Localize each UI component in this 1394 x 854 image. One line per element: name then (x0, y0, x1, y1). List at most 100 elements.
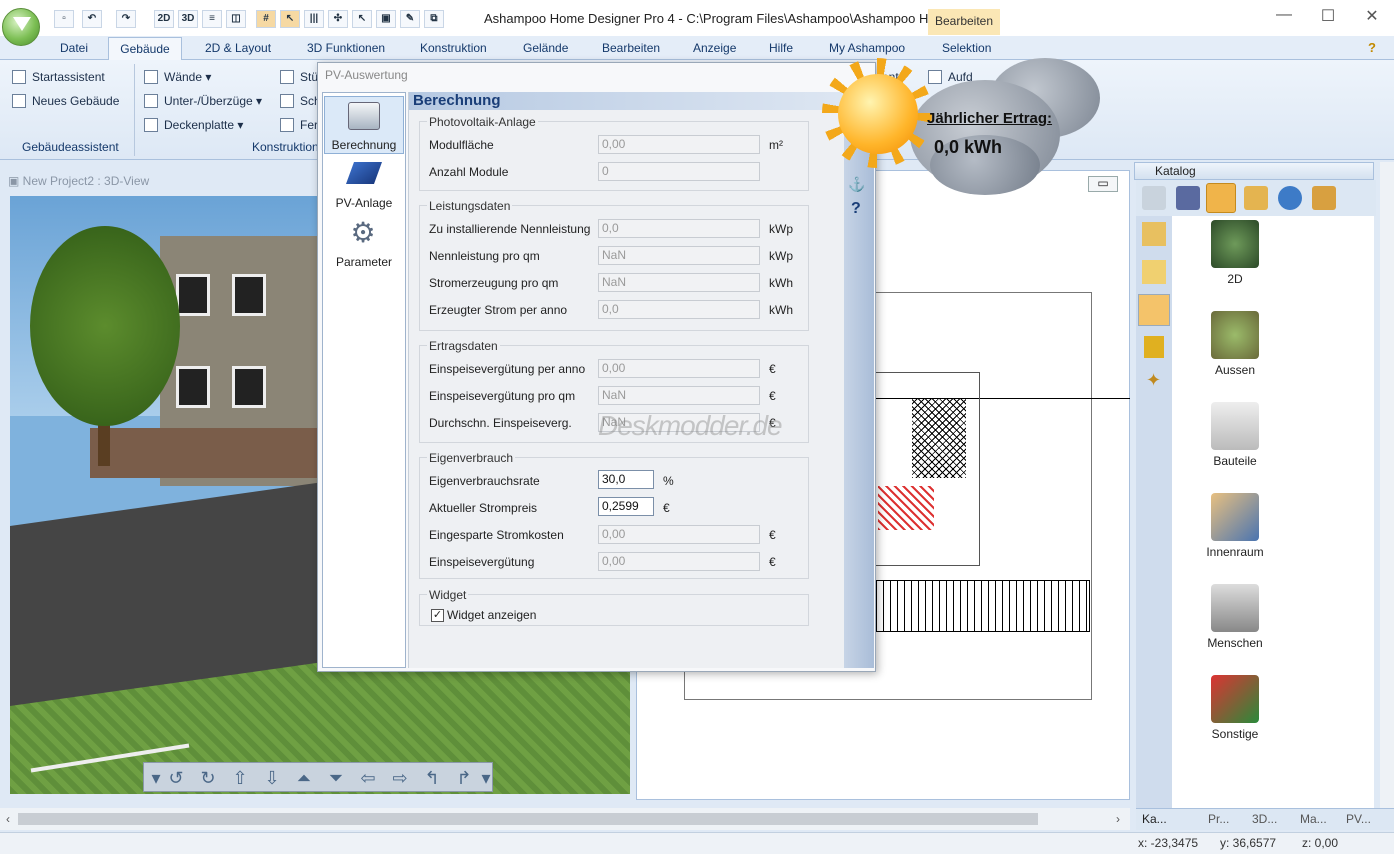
unit-label: € (663, 501, 670, 515)
deckenplatte-button[interactable]: Deckenplatte ▾ (144, 118, 243, 132)
catalog-item-menschen[interactable]: Menschen (1185, 584, 1285, 650)
context-tab-bearbeiten[interactable]: Bearbeiten (928, 9, 1000, 35)
tab-gelaende[interactable]: Gelände (523, 41, 568, 55)
catalog-item-bauteile[interactable]: Bauteile (1185, 402, 1285, 468)
nav-parameter[interactable]: Parameter (324, 255, 404, 269)
rotate-right-icon[interactable]: ↻ (196, 768, 220, 788)
neues-gebaeude-button[interactable]: Neues Gebäude (12, 94, 119, 108)
left-arrow-icon[interactable]: ⇦ (356, 768, 380, 788)
stuetze-button[interactable]: Stü (280, 70, 318, 84)
maximize-window-icon[interactable]: ☐ (1308, 6, 1348, 26)
application-menu-button[interactable] (2, 8, 40, 46)
select-icon[interactable]: ↖ (280, 10, 300, 28)
copy-icon[interactable]: ⧉ (424, 10, 444, 28)
turn-left-icon[interactable]: ↰ (420, 768, 444, 788)
tab-konstruktion[interactable]: Konstruktion (420, 41, 487, 55)
minimize-view-icon[interactable]: ▭ (1088, 176, 1118, 192)
catalog-favorites-icon[interactable] (1312, 186, 1336, 210)
widget-anzeigen-checkbox[interactable]: ✓ (431, 609, 444, 622)
tab-pv[interactable]: PV... (1346, 812, 1371, 826)
tab-hilfe[interactable]: Hilfe (769, 41, 793, 55)
scroll-right-icon[interactable]: › (1116, 812, 1120, 826)
tab-selektion[interactable]: Selektion (942, 41, 991, 55)
redo-icon[interactable]: ↷ (116, 10, 136, 28)
down-arrow-icon[interactable]: ⇩ (260, 768, 284, 788)
modulflaeche-field[interactable]: 0,00 (598, 135, 760, 154)
schornstein-button[interactable]: Sch (280, 94, 321, 108)
catalog-materials-icon[interactable] (1244, 186, 1268, 210)
waende-button[interactable]: Wände ▾ (144, 70, 211, 84)
nennleistung-qm-field[interactable]: NaN (598, 246, 760, 265)
einspeiseverguetung-field[interactable]: 0,00 (598, 552, 760, 571)
tab-2d-layout[interactable]: 2D & Layout (205, 41, 271, 55)
nennleistung-field[interactable]: 0,0 (598, 219, 760, 238)
einspeiseverguetung-anno-field[interactable]: 0,00 (598, 359, 760, 378)
bars-icon[interactable]: ||| (304, 10, 324, 28)
catalog-item-sonstige[interactable]: Sonstige (1185, 675, 1285, 741)
undo-icon[interactable]: ↶ (82, 10, 102, 28)
nav-pv-anlage[interactable]: PV-Anlage (324, 196, 404, 210)
catalog-item-aussen[interactable]: Aussen (1185, 311, 1285, 377)
group-label-gebaeudeassistent: Gebäudeassistent (22, 140, 119, 154)
scroll-left-icon[interactable]: ‹ (6, 812, 10, 826)
tab-3d-funktionen[interactable]: 3D Funktionen (307, 41, 385, 55)
eigenverbrauchsrate-input[interactable]: 30,0 (598, 470, 654, 489)
tilt-down-icon[interactable]: ⏷ (324, 768, 348, 788)
tab-datei[interactable]: Datei (60, 41, 88, 55)
pointer-icon[interactable]: ↖ (352, 10, 372, 28)
catalog-globe-icon[interactable] (1278, 186, 1302, 210)
anzahl-module-field[interactable]: 0 (598, 162, 760, 181)
tab-bearbeiten[interactable]: Bearbeiten (602, 41, 660, 55)
tab-katalog[interactable]: Ka... (1142, 812, 1167, 826)
tab-3d[interactable]: 3D... (1252, 812, 1277, 826)
close-window-icon[interactable]: ✕ (1352, 6, 1392, 26)
help-icon[interactable]: ? (1368, 40, 1376, 55)
catalog-objects-icon[interactable] (1206, 183, 1236, 213)
nav-berechnung[interactable]: Berechnung (324, 138, 404, 152)
window-icon[interactable]: ◫ (226, 10, 246, 28)
fenster-button[interactable]: Fer (280, 118, 318, 132)
pen-icon[interactable]: ✎ (400, 10, 420, 28)
startassistent-button[interactable]: Startassistent (12, 70, 105, 84)
picture-icon[interactable]: ▣ (376, 10, 396, 28)
scrollbar-thumb[interactable] (18, 813, 1038, 825)
view-2d-button[interactable]: 2D (154, 10, 174, 28)
tab-gebaeude[interactable]: Gebäude (108, 37, 182, 61)
dropdown-icon[interactable]: ▾ (474, 768, 498, 788)
turn-right-icon[interactable]: ↱ (452, 768, 476, 788)
label-widget-anzeigen: Widget anzeigen (447, 608, 537, 622)
tab-my-ashampoo[interactable]: My Ashampoo (829, 41, 905, 55)
catalog-folder-selected-icon[interactable] (1138, 294, 1170, 326)
eingesparte-stromkosten-field[interactable]: 0,00 (598, 525, 760, 544)
sun-icon (838, 74, 918, 154)
erzeugter-strom-field[interactable]: 0,0 (598, 300, 760, 319)
rotate-left-icon[interactable]: ↺ (164, 768, 188, 788)
view-3d-button[interactable]: 3D (178, 10, 198, 28)
einspeiseverguetung-qm-field[interactable]: NaN (598, 386, 760, 405)
catalog-book-icon[interactable] (1176, 186, 1200, 210)
catalog-item-innenraum[interactable]: Innenraum (1185, 493, 1285, 559)
grid-icon[interactable]: # (256, 10, 276, 28)
catalog-book-icon[interactable] (1144, 336, 1164, 358)
catalog-scrollbar[interactable] (1380, 162, 1394, 810)
catalog-person-icon[interactable]: ✦ (1146, 370, 1162, 392)
new-file-icon[interactable]: ▫ (54, 10, 74, 28)
catalog-item-2d[interactable]: 2D (1185, 220, 1285, 286)
catalog-home-icon[interactable] (1142, 186, 1166, 210)
strompreis-input[interactable]: 0,2599 (598, 497, 654, 516)
layers-icon[interactable]: ≡ (202, 10, 222, 28)
unterzuege-button[interactable]: Unter-/Überzüge ▾ (144, 94, 262, 108)
tab-projekt[interactable]: Pr... (1208, 812, 1229, 826)
catalog-folder-icon[interactable] (1142, 222, 1166, 246)
up-arrow-icon[interactable]: ⇧ (228, 768, 252, 788)
anchor-icon[interactable]: ⚓ (848, 176, 865, 193)
tab-material[interactable]: Ma... (1300, 812, 1327, 826)
right-arrow-icon[interactable]: ⇨ (388, 768, 412, 788)
snap-icon[interactable]: ✣ (328, 10, 348, 28)
catalog-folder-icon[interactable] (1142, 260, 1166, 284)
minimize-window-icon[interactable]: — (1264, 6, 1304, 26)
help-icon[interactable]: ? (851, 200, 861, 218)
tab-anzeige[interactable]: Anzeige (693, 41, 736, 55)
tilt-up-icon[interactable]: ⏶ (292, 768, 316, 788)
stromerzeugung-qm-field[interactable]: NaN (598, 273, 760, 292)
